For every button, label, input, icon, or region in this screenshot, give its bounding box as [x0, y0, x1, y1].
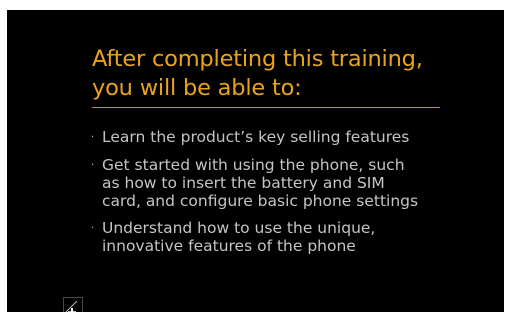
- bullet-text-line: card, and configure basic phone settings: [102, 192, 419, 210]
- bullet-dot: ·: [91, 132, 95, 143]
- title-underline-rule: [92, 107, 440, 108]
- bullet-text-line: as how to insert the battery and SIM: [102, 174, 385, 192]
- presentation-slide: After completing this training, you will…: [7, 10, 504, 312]
- bullet-text-line: innovative features of the phone: [102, 237, 356, 255]
- slide-title-line-2: you will be able to:: [92, 75, 302, 101]
- bullet-dot: ·: [91, 223, 95, 234]
- list-item: · Get started with using the phone, such…: [91, 156, 481, 210]
- objectives-list: · Learn the product’s key selling featur…: [91, 128, 481, 265]
- slide-corner-icon[interactable]: [63, 297, 83, 312]
- slide-title-line-1: After completing this training,: [92, 46, 423, 72]
- bullet-text-line: Learn the product’s key selling features: [102, 128, 410, 146]
- slide-title: After completing this training, you will…: [92, 45, 452, 103]
- list-item: · Understand how to use the unique, inno…: [91, 219, 481, 255]
- bullet-dot: ·: [91, 160, 95, 171]
- bullet-text-line: Get started with using the phone, such: [102, 156, 405, 174]
- list-item: · Learn the product’s key selling featur…: [91, 128, 481, 146]
- bullet-text-line: Understand how to use the unique,: [102, 219, 376, 237]
